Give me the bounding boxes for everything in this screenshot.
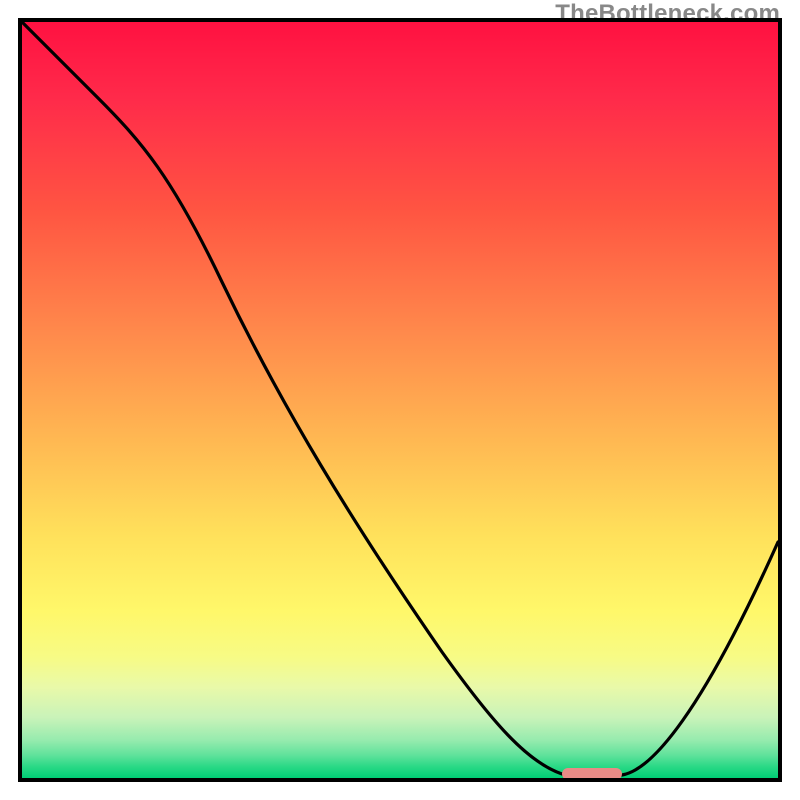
plot-area [18,18,782,782]
curve-path [22,22,778,775]
bottleneck-chart: TheBottleneck.com [0,0,800,800]
optimal-range-marker [562,768,622,780]
bottleneck-curve [22,22,778,778]
